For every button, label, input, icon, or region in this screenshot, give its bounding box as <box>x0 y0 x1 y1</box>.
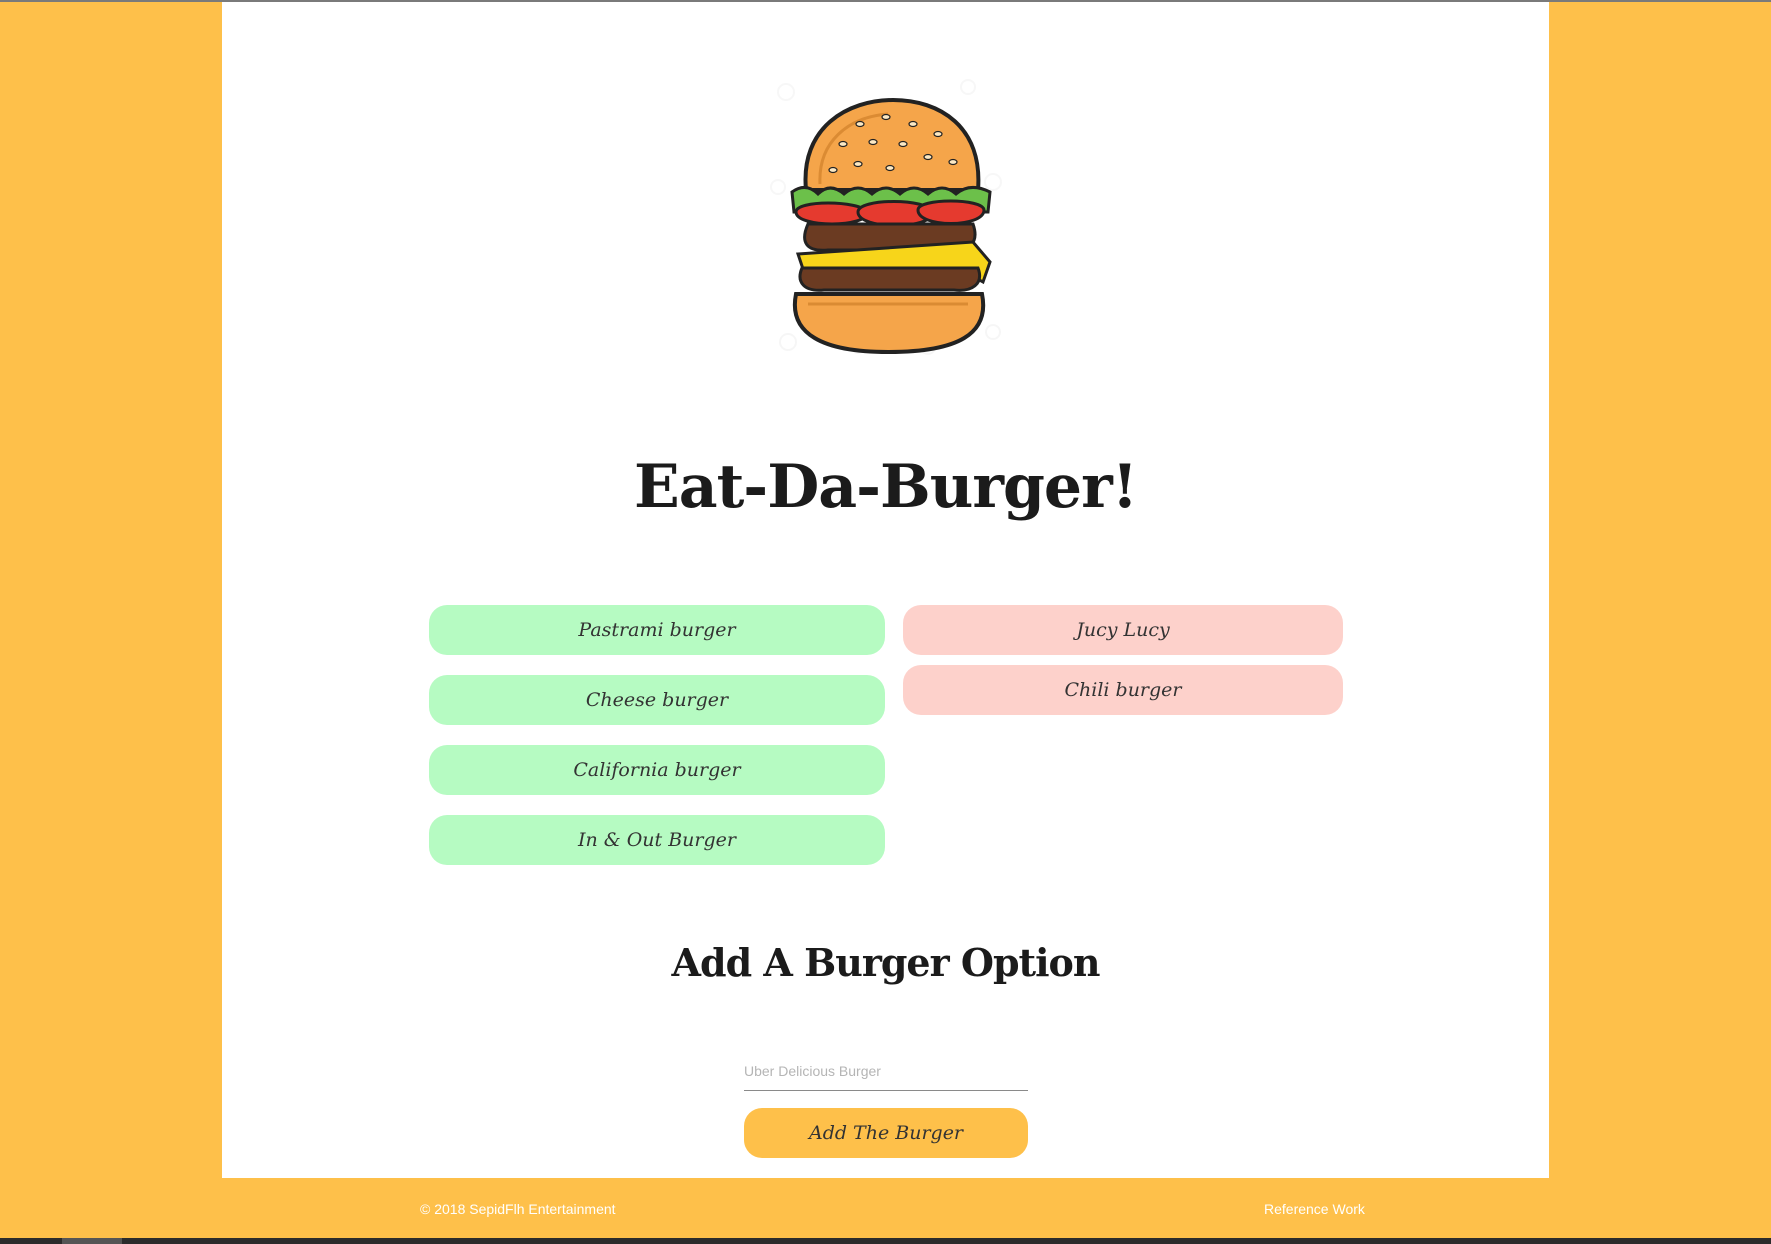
burger-item-devoured: Chili burger <box>903 665 1343 715</box>
main-card: Eat-Da-Burger! Pastrami burger Cheese bu… <box>222 2 1549 1178</box>
burger-item-label: Chili burger <box>1064 679 1182 701</box>
burger-item-uneaten[interactable]: Pastrami burger <box>429 605 885 655</box>
burger-name-field <box>744 1052 1028 1091</box>
burger-item-uneaten[interactable]: Cheese burger <box>429 675 885 725</box>
footer-reference-link[interactable]: Reference Work <box>1264 1201 1365 1217</box>
bottom-taskbar <box>0 1238 1771 1244</box>
burger-item-uneaten[interactable]: In & Out Burger <box>429 815 885 865</box>
add-burger-button[interactable]: Add The Burger <box>744 1108 1028 1158</box>
burger-item-devoured: Jucy Lucy <box>903 605 1343 655</box>
add-burger-heading: Add A Burger Option <box>671 940 1101 985</box>
burger-item-label: Cheese burger <box>585 689 729 711</box>
taskbar-item <box>62 1238 122 1244</box>
burger-item-label: Pastrami burger <box>578 619 736 641</box>
burger-item-label: Jucy Lucy <box>1076 619 1170 641</box>
page-title: Eat-Da-Burger! <box>633 452 1138 522</box>
burger-item-uneaten[interactable]: California burger <box>429 745 885 795</box>
burger-icon <box>770 79 1002 355</box>
burger-name-input[interactable] <box>744 1052 1028 1090</box>
burger-item-label: In & Out Burger <box>578 829 736 851</box>
burger-item-label: California burger <box>573 759 741 781</box>
footer-copyright: © 2018 SepidFlh Entertainment <box>420 1201 616 1217</box>
